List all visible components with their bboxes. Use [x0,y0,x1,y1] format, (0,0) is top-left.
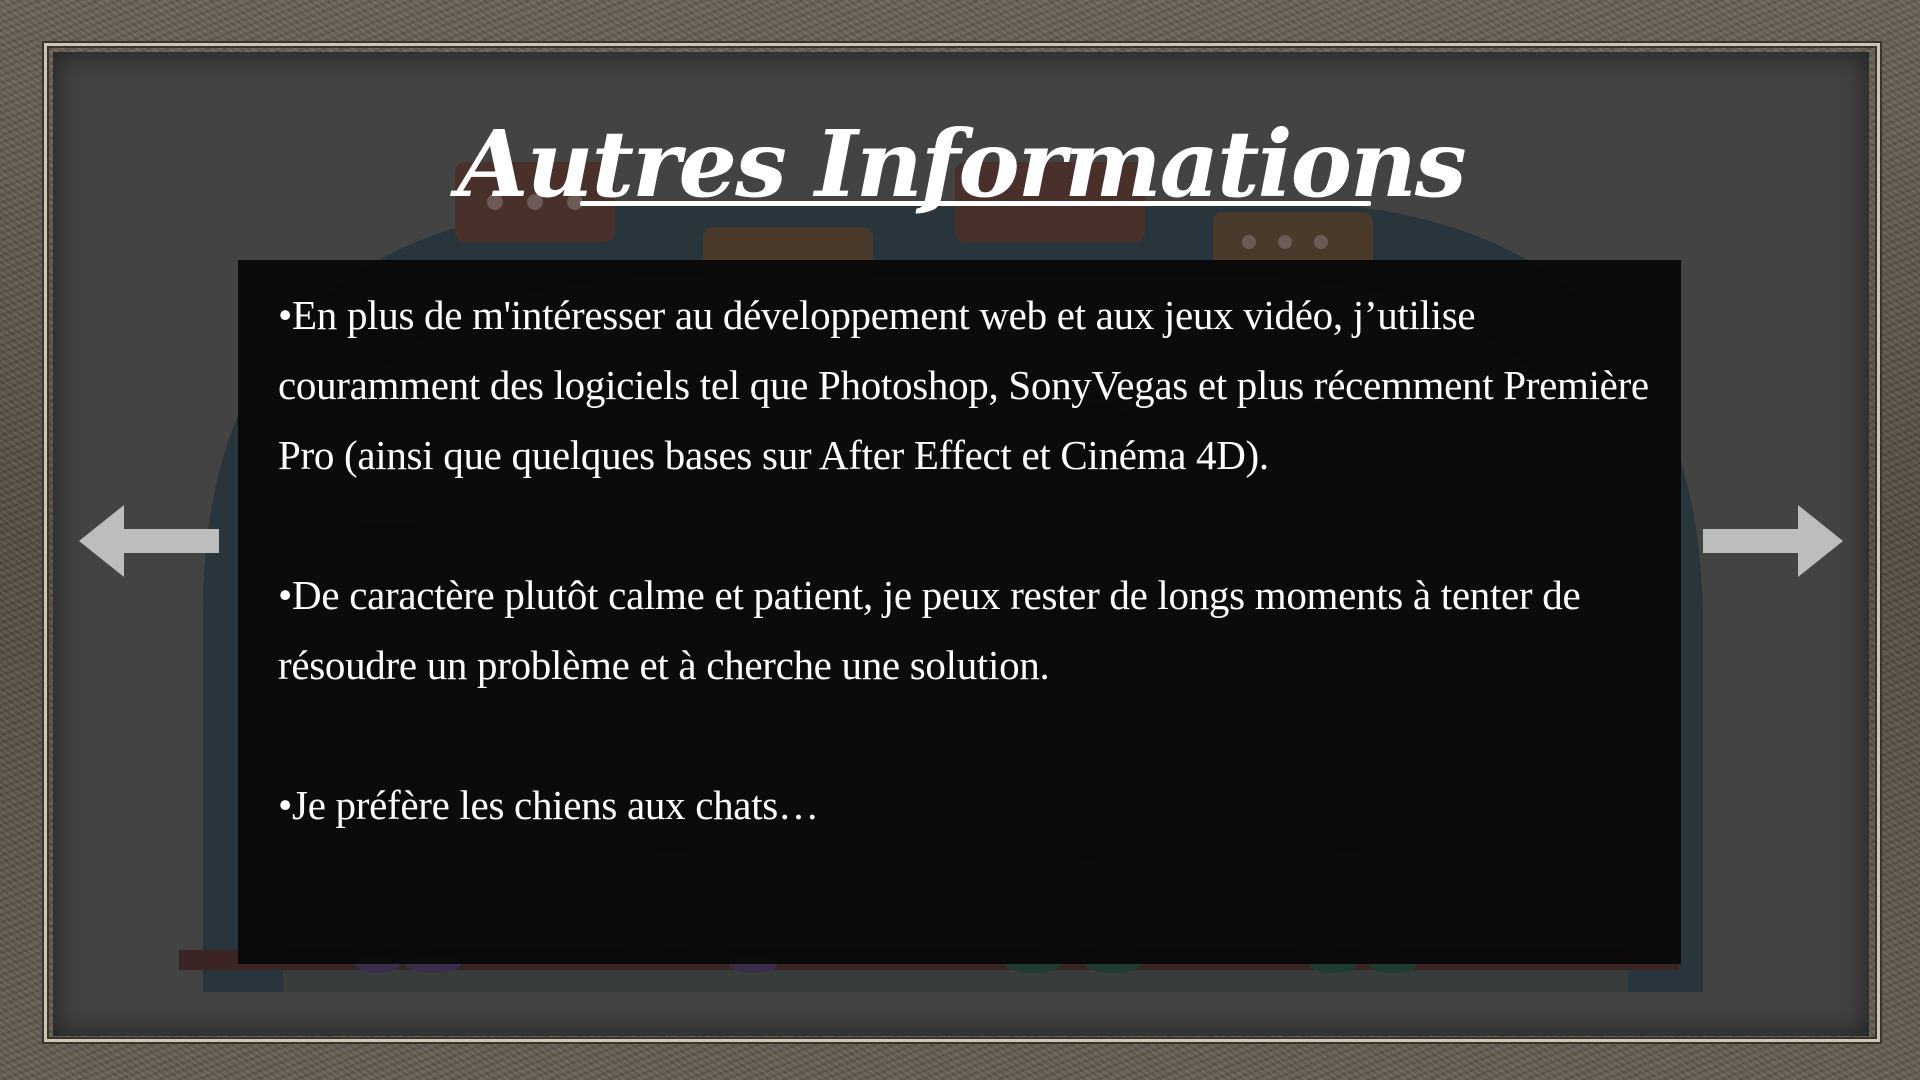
paragraph-personality: •De caractère plutôt calme et patient, j… [278,572,1581,688]
paragraph-pets: •Je préfère les chiens aux chats… [278,782,819,828]
arrow-right-icon [1703,505,1843,577]
chalkboard-panel: Autres Informations •En plus de m'intére… [53,52,1869,1036]
arrow-left-icon [79,505,219,577]
next-slide-button[interactable] [1703,505,1843,577]
info-text-box: •En plus de m'intéresser au développemen… [238,260,1681,964]
slide-frame: Autres Informations •En plus de m'intére… [0,0,1920,1080]
paragraph-software: •En plus de m'intéresser au développemen… [278,292,1649,478]
previous-slide-button[interactable] [79,505,219,577]
slide-title: Autres Informations [457,110,1466,218]
title-underline [580,201,1371,206]
